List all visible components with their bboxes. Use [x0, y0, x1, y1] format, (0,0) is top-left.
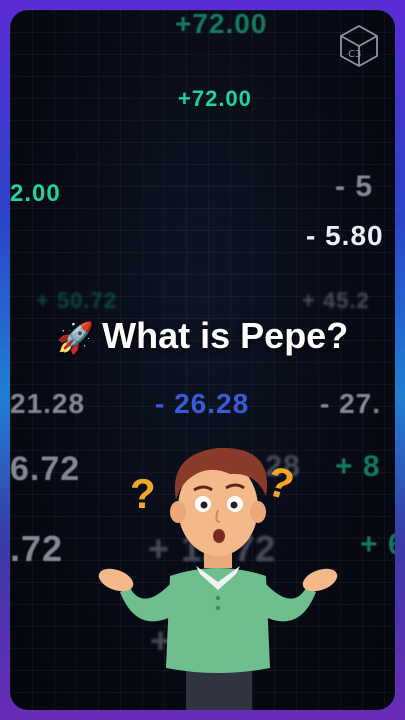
cube-logo-icon: C3 — [340, 24, 378, 68]
ticker-value: - 26.28 — [155, 388, 250, 419]
ticker-value: + 45.2 — [302, 288, 370, 313]
confused-person-illustration: ? ? — [98, 447, 338, 710]
ticker-value: 6.72 — [10, 450, 81, 488]
title-text: What is Pepe? — [102, 315, 349, 356]
ticker-value: + 8 — [335, 450, 381, 483]
video-frame: +72.00 +72.00 2.00 - 5 - 5.80 + 50.72 + … — [10, 10, 395, 710]
ticker-value: 21.28 — [10, 388, 86, 419]
video-title: 🚀 What is Pepe? — [10, 315, 395, 357]
ticker-value: +72.00 — [178, 86, 252, 111]
ticker-value: + 50.72 — [36, 288, 118, 313]
ticker-value: - 5 — [335, 170, 374, 203]
rocket-icon: 🚀 — [56, 322, 95, 355]
question-mark-icon: ? — [130, 470, 156, 517]
question-mark-icon: ? — [262, 457, 299, 509]
ticker-value: +72.00 — [175, 10, 268, 39]
svg-text:C3: C3 — [348, 49, 361, 60]
ticker-value: 2.00 — [10, 180, 61, 207]
ticker-value: - 5.80 — [306, 220, 384, 251]
ticker-value: .72 — [10, 528, 64, 569]
ticker-value: + 6 — [360, 528, 395, 561]
ticker-value: - 27. — [320, 388, 382, 419]
